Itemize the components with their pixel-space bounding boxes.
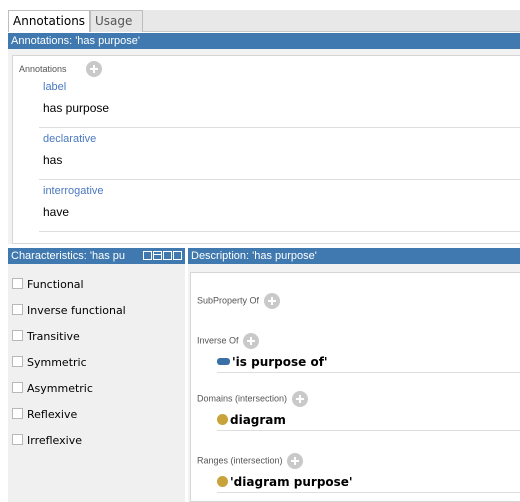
checkbox-label: Symmetric <box>27 356 87 369</box>
annotation-item[interactable]: declarative has <box>39 128 520 180</box>
annotations-header: Annotations: 'has purpose' <box>8 33 520 49</box>
description-frame: SubProperty Of Inverse Of 'is purpose of… <box>190 272 520 502</box>
checkbox-label: Functional <box>27 278 84 291</box>
annotation-value: has purpose <box>43 101 110 115</box>
annotation-key: label <box>43 81 67 93</box>
object-property-icon <box>217 358 230 365</box>
annotation-key: interrogative <box>43 185 104 197</box>
inverse-title: Inverse Of <box>197 335 239 346</box>
checkbox[interactable] <box>12 278 23 289</box>
checkbox-label: Asymmetric <box>27 382 93 395</box>
add-range-icon[interactable] <box>287 453 304 469</box>
characteristics-header: Characteristics: 'has pu <box>8 248 185 264</box>
subproperty-section-title: SubProperty Of <box>197 293 280 309</box>
annotation-value: have <box>43 205 70 219</box>
characteristic-transitive[interactable]: Transitive <box>12 330 80 348</box>
characteristic-asymmetric[interactable]: Asymmetric <box>12 382 93 400</box>
checkbox-label: Transitive <box>27 330 80 343</box>
tab-annotations[interactable]: Annotations <box>8 10 90 32</box>
class-icon <box>217 476 228 487</box>
range-item[interactable]: 'diagram purpose' <box>217 475 520 493</box>
class-icon <box>217 414 228 425</box>
checkbox[interactable] <box>12 330 23 341</box>
annotations-frame: Annotations label has purpose declarativ… <box>12 55 520 244</box>
description-panel: SubProperty Of Inverse Of 'is purpose of… <box>188 264 520 502</box>
domain-item[interactable]: diagram <box>217 413 520 431</box>
checkbox[interactable] <box>12 356 23 367</box>
close-view-icon[interactable] <box>173 251 182 260</box>
ranges-section-title: Ranges (intersection) <box>197 453 304 469</box>
subproperty-title: SubProperty Of <box>197 295 260 306</box>
domain-value: diagram <box>230 413 286 427</box>
add-annotation-icon[interactable] <box>86 61 102 77</box>
float-view-icon[interactable] <box>163 251 172 260</box>
ranges-title: Ranges (intersection) <box>197 455 283 466</box>
domains-section-title: Domains (intersection) <box>197 391 308 407</box>
inverse-of-value: 'is purpose of' <box>232 355 328 369</box>
inverse-section-title: Inverse Of <box>197 333 260 349</box>
checkbox-label: Irreflexive <box>27 434 82 447</box>
characteristic-symmetric[interactable]: Symmetric <box>12 356 87 374</box>
description-header: Description: 'has purpose' <box>188 248 520 264</box>
checkbox-label: Reflexive <box>27 408 78 421</box>
checkbox-label: Inverse functional <box>27 304 126 317</box>
add-subproperty-icon[interactable] <box>263 293 280 309</box>
add-inverse-icon[interactable] <box>243 333 260 349</box>
add-domain-icon[interactable] <box>291 391 308 407</box>
view-tab-bar: Annotations Usage <box>8 10 520 32</box>
annotations-panel: Annotations label has purpose declarativ… <box>8 49 520 244</box>
characteristics-header-title: Characteristics: 'has pu <box>11 250 125 262</box>
characteristics-panel: Functional Inverse functional Transitive… <box>8 264 185 502</box>
characteristic-inverse-functional[interactable]: Inverse functional <box>12 304 126 322</box>
split-view-icon[interactable] <box>153 251 162 260</box>
view-controls <box>143 251 182 260</box>
characteristic-irreflexive[interactable]: Irreflexive <box>12 434 82 452</box>
annotation-item[interactable]: interrogative have <box>39 180 520 232</box>
annotation-value: has <box>43 153 63 167</box>
pin-view-icon[interactable] <box>143 251 152 260</box>
checkbox[interactable] <box>12 434 23 445</box>
annotations-title: Annotations <box>19 64 67 74</box>
tab-usage[interactable]: Usage <box>90 10 143 32</box>
annotation-key: declarative <box>43 133 97 145</box>
checkbox[interactable] <box>12 304 23 315</box>
inverse-of-item[interactable]: 'is purpose of' <box>217 355 520 373</box>
range-value: 'diagram purpose' <box>230 475 353 489</box>
characteristic-functional[interactable]: Functional <box>12 278 84 296</box>
domains-title: Domains (intersection) <box>197 393 288 404</box>
annotation-item[interactable]: label has purpose <box>39 76 520 128</box>
checkbox[interactable] <box>12 408 23 419</box>
characteristic-reflexive[interactable]: Reflexive <box>12 408 77 426</box>
checkbox[interactable] <box>12 382 23 393</box>
